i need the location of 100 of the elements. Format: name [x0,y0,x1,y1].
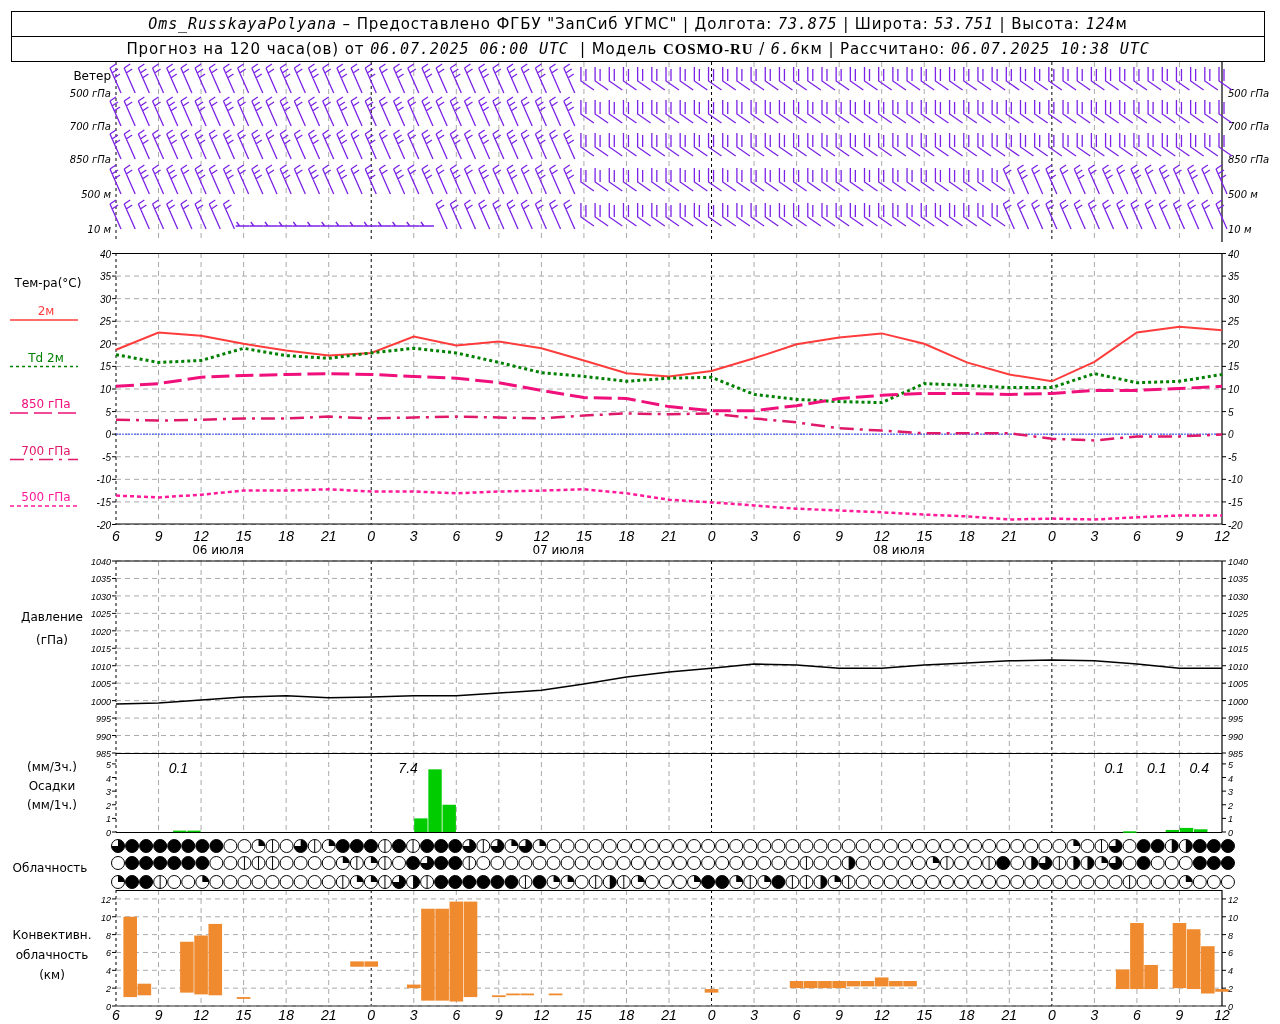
axis-tick-label: 12 [533,528,550,544]
axis-tick-label: 9 [494,528,503,544]
axis-title: Давление [21,610,83,624]
axis-tick-label: 10 [99,384,111,395]
axis-tick-label: 15 [576,1007,592,1023]
axis-tick-label: 18 [618,528,635,544]
level-label: 500 м [81,189,111,200]
axis-tick-label: 0 [106,1002,111,1012]
axis-tick-label: 1015 [1228,644,1249,655]
axis-tick-label: 1000 [1228,696,1249,707]
axis-tick-label: 18 [959,528,975,544]
level-label: 850 гПа [1228,154,1270,165]
axis-tick-label: 0 [707,1007,716,1023]
axis-tick-label: -5 [102,451,111,463]
axis-tick-label: 0 [106,828,111,838]
axis-tick-label: 10 [101,912,111,923]
axis-title: Облачность [12,861,88,875]
axis-tick-label: 1025 [90,609,111,620]
axis-tick-label: 21 [1001,1007,1018,1023]
axis-tick-label: 6 [1133,528,1141,544]
axis-tick-label: 0 [367,528,376,544]
axis-tick-label: 1020 [1228,626,1249,637]
axis-tick-label: 1010 [1228,661,1249,672]
axis-tick-label: 6 [1228,948,1233,959]
axis-tick-label: -10 [96,474,111,486]
axis-tick-label: -20 [1228,519,1243,531]
axis-tick-label: 5 [105,406,111,418]
axis-tick-label: 985 [95,749,111,759]
axis-tick-label: 1 [106,814,111,825]
axis-tick-label: 15 [916,528,932,544]
header-text: Прогноз на 120 часа(ов) от 06.07.2025 06:00 UTC | Модель COSMO-RU / 6.6км | Рассчитано: 06.07.2025 10:38 UTC [12,36,1264,61]
axis-tick-label: 18 [618,1007,635,1023]
axis-tick-label: 1030 [1228,591,1249,602]
level-label: 10 м [1228,224,1252,235]
axis-tick-label: 9 [154,1007,163,1023]
axis-tick-label: 6 [792,1007,801,1023]
axis-tick-label: 6 [112,1007,120,1023]
axis-tick-label: 4 [106,773,111,784]
axis-tick-label: 3 [106,787,111,798]
axis-tick-label: 2 [106,800,111,811]
axis-tick-label: 12 [193,1007,209,1023]
level-label: 850 гПа [69,154,111,165]
axis-tick-label: 2 [1228,984,1233,995]
legend-label: 850 гПа [21,397,71,411]
axis-tick-label: 6 [792,528,801,544]
axis-tick-label: 1020 [90,626,111,637]
legend-label: 500 гПа [21,490,71,504]
axis-tick-label: 12 [873,1007,890,1023]
precipitation-total: 0.1 [1147,760,1167,776]
axis-tick-label: 3 [750,528,758,544]
panel-title: Ветер [73,69,111,83]
axis-tick-label: 1035 [1228,574,1249,585]
axis-tick-label: 0 [1228,429,1234,441]
axis-tick-label: 1025 [1228,609,1249,620]
axis-tick-label: 20 [1228,338,1240,350]
axis-title: (км) [39,968,65,982]
axis-tick-label: 1005 [1228,679,1249,690]
axis-tick-label: 3 [1090,1007,1099,1023]
axis-tick-label: 12 [101,894,111,905]
axis-tick-label: 1035 [90,574,111,585]
axis-tick-label: 0 [1047,1007,1056,1023]
axis-tick-label: 1040 [90,557,111,567]
axis-tick-label: 6 [1133,1007,1141,1023]
axis-tick-label: 18 [278,1007,294,1023]
axis-tick-label: 3 [409,1007,418,1023]
axis-tick-label: 9 [494,1007,503,1023]
axis-tick-label: 0 [105,429,111,441]
axis-tick-label: 18 [959,1007,975,1023]
axis-tick-label: 4 [106,966,111,977]
axis-tick-label: 20 [99,338,111,350]
date-label: 07 июля [532,543,585,557]
axis-title: Конвективн. [12,928,92,942]
axis-tick-label: 3 [409,528,418,544]
axis-tick-label: 5 [106,759,111,770]
axis-tick-label: 30 [99,293,111,305]
axis-tick-label: -15 [96,496,111,508]
axis-tick-label: 6 [452,1007,461,1023]
precipitation-total: 0.1 [1104,760,1124,776]
level-label: 500 гПа [1228,88,1270,99]
axis-tick-label: 12 [1228,894,1238,905]
level-label: 700 гПа [1228,121,1270,132]
axis-tick-label: 6 [112,528,120,544]
axis-tick-label: 1000 [90,696,111,707]
axis-tick-label: 15 [576,528,592,544]
axis-tick-label: 6 [452,528,461,544]
axis-tick-label: 30 [1228,293,1240,305]
axis-title: Тем-ра(°C) [14,276,82,290]
axis-tick-label: 18 [278,528,294,544]
axis-tick-label: 9 [835,1007,844,1023]
axis-tick-label: 10 [1228,912,1238,923]
axis-title: (гПа) [36,633,68,647]
axis-tick-label: 3 [1090,528,1099,544]
axis-tick-label: 1010 [90,661,111,672]
axis-tick-label: 8 [106,930,111,941]
axis-tick-label: 0 [707,528,716,544]
axis-tick-label: 1015 [90,644,111,655]
axis-tick-label: -15 [1228,496,1243,508]
axis-tick-label: 9 [154,528,163,544]
legend-label: Td 2м [28,350,64,365]
legend-label: 700 гПа [21,443,71,458]
